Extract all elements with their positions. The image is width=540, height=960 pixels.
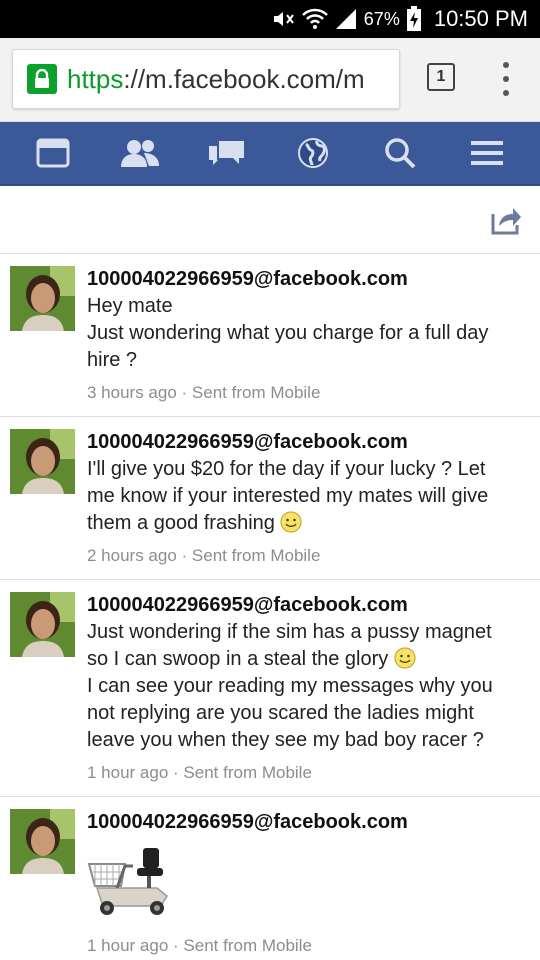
lock-icon xyxy=(27,64,57,94)
message-text: Hey mate xyxy=(87,295,173,317)
message-list: 100004022966959@facebook.com Hey mate Ju… xyxy=(0,254,540,960)
message-text: Just wondering what you charge for a ful… xyxy=(87,322,489,344)
avatar[interactable] xyxy=(10,266,75,331)
message-text: Just wondering if the sim has a pussy ma… xyxy=(87,621,492,643)
message-meta: 1 hour ago · Sent from Mobile xyxy=(87,763,312,782)
sender-name[interactable]: 100004022966959@facebook.com xyxy=(87,809,530,836)
signal-icon xyxy=(335,9,356,29)
message-text: I can see your reading my messages why y… xyxy=(87,675,493,697)
avatar[interactable] xyxy=(10,429,75,494)
message-text: so I can swoop in a steal the glory xyxy=(87,648,389,670)
battery-charging-icon xyxy=(406,6,421,31)
message-text: me know if your interested my mates will… xyxy=(87,485,489,507)
smiley-emoji-icon xyxy=(280,511,303,533)
facebook-nav-bar xyxy=(0,122,540,186)
message-meta: 3 hours ago · Sent from Mobile xyxy=(87,383,321,402)
notifications-globe-icon[interactable] xyxy=(283,128,343,178)
wifi-icon xyxy=(301,8,328,29)
message-item: 100004022966959@facebook.com Hey mate Ju… xyxy=(0,254,540,417)
message-text-with-emoji: so I can swoop in a steal the glory xyxy=(87,646,530,673)
message-text: not replying are you scared the ladies m… xyxy=(87,702,474,724)
battery-percent: 67% xyxy=(363,8,400,29)
sender-name[interactable]: 100004022966959@facebook.com xyxy=(87,592,530,619)
url-scheme: https xyxy=(67,63,124,94)
news-feed-icon[interactable] xyxy=(23,128,83,178)
menu-icon[interactable] xyxy=(457,128,517,178)
thread-actions-row xyxy=(0,186,540,254)
mobility-scooter-image[interactable] xyxy=(87,842,183,922)
message-source: Sent from Mobile xyxy=(191,546,321,565)
message-source: Sent from Mobile xyxy=(183,763,312,782)
message-meta: 1 hour ago · Sent from Mobile xyxy=(87,936,312,955)
clock: 10:50 PM xyxy=(433,6,528,31)
message-time: 3 hours ago xyxy=(87,383,177,402)
overflow-menu-icon[interactable] xyxy=(496,62,516,96)
avatar[interactable] xyxy=(10,592,75,657)
message-text: them a good frashing xyxy=(87,512,275,534)
message-meta: 2 hours ago · Sent from Mobile xyxy=(87,546,321,565)
avatar[interactable] xyxy=(10,809,75,874)
share-icon[interactable] xyxy=(490,204,522,236)
smiley-emoji-icon xyxy=(394,647,416,669)
sender-name[interactable]: 100004022966959@facebook.com xyxy=(87,266,530,293)
mute-icon xyxy=(273,12,294,26)
message-text-with-emoji: them a good frashing xyxy=(87,510,530,537)
message-time: 2 hours ago xyxy=(87,546,177,565)
message-source: Sent from Mobile xyxy=(191,383,321,402)
tab-switcher-button[interactable]: 1 xyxy=(427,63,455,91)
search-icon[interactable] xyxy=(370,128,430,178)
message-item: 100004022966959@facebook.com Just wonder… xyxy=(0,580,540,797)
message-text: hire ? xyxy=(87,349,138,371)
url-text: ://m.facebook.com/m xyxy=(123,63,365,94)
status-bar: 67% 10:50 PM xyxy=(0,0,540,38)
messages-icon[interactable] xyxy=(197,128,257,178)
message-text: I'll give you $20 for the day if your lu… xyxy=(87,458,486,480)
message-time: 1 hour ago xyxy=(87,763,169,782)
url-bar[interactable]: https://m.facebook.com/m xyxy=(12,49,400,109)
message-item: 100004022966959@facebook.com I'll give y… xyxy=(0,417,540,580)
friends-icon[interactable] xyxy=(110,128,170,178)
browser-toolbar: https://m.facebook.com/m 1 xyxy=(0,38,540,122)
message-time: 1 hour ago xyxy=(87,936,169,955)
message-source: Sent from Mobile xyxy=(183,936,312,955)
message-text: leave you when they see my bad boy racer… xyxy=(87,729,484,751)
sender-name[interactable]: 100004022966959@facebook.com xyxy=(87,429,530,456)
message-item: 100004022966959@facebook.com 1 hour ago … xyxy=(0,797,540,960)
